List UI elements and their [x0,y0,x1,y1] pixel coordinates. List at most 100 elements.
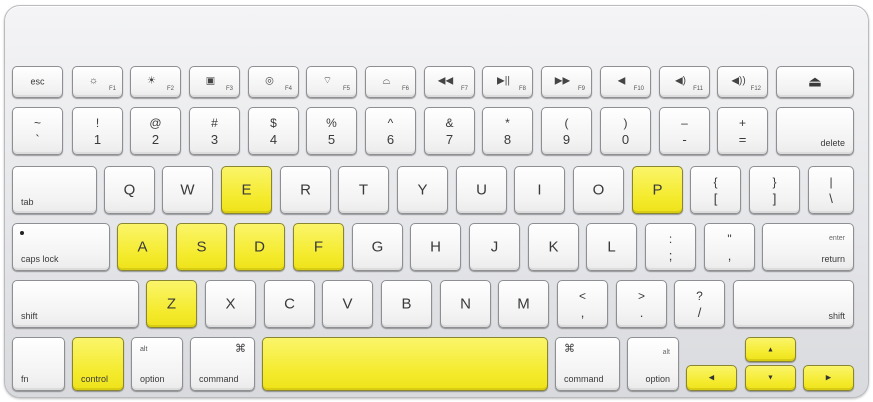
control-key[interactable]: control [72,337,124,391]
fn-number-label: F4 [284,86,292,92]
letter-key-d[interactable]: D [234,223,285,271]
number-key[interactable]: ~ ` [12,107,63,155]
f5-key[interactable]: ⌔ F5 [306,66,357,98]
punctuation-key[interactable]: :; [645,223,696,271]
letter-key-e[interactable]: E [221,166,272,214]
letter-key-w[interactable]: W [162,166,213,214]
space-bar[interactable] [262,337,548,391]
key-label: J [490,238,499,256]
letter-key-b[interactable]: B [381,280,432,328]
f8-key[interactable]: ▶|| F8 [482,66,533,98]
left-shift-key[interactable]: shift [12,280,139,328]
fn-number-label: F1 [108,86,116,92]
fn-key[interactable]: fn [12,337,65,391]
f1-key[interactable]: ☼ F1 [72,66,123,98]
right-shift-key[interactable]: shift [733,280,854,328]
letter-key-j[interactable]: J [469,223,520,271]
number-key[interactable]: – - [659,107,710,155]
letter-key-f[interactable]: F [293,223,344,271]
letter-key-x[interactable]: X [205,280,256,328]
left-option-key[interactable]: alt option [131,337,183,391]
right-command-key[interactable]: ⌘ command [555,337,620,391]
letter-key-m[interactable]: M [498,280,549,328]
f4-key[interactable]: ◎ F4 [248,66,299,98]
number-key[interactable]: & 7 [424,107,475,155]
letter-key-n[interactable]: N [440,280,491,328]
letter-key-q[interactable]: Q [104,166,155,214]
fn-number-label: F12 [750,86,761,92]
number-key[interactable]: ) 0 [600,107,651,155]
key-shift-label: $ [270,116,277,130]
number-key[interactable]: ! 1 [72,107,123,155]
right-arrow-key[interactable]: ▶ [803,365,854,391]
f9-key[interactable]: ▶▶ F9 [541,66,592,98]
bracket-key[interactable]: }] [749,166,800,214]
punctuation-key[interactable]: >. [616,280,667,328]
eject-key[interactable]: ⏏ [776,66,854,98]
number-key[interactable]: $4 [248,107,299,155]
arrow-left-icon: ◀ [708,374,715,382]
key-label: Q [123,181,136,199]
key-shift-label: < [578,289,586,303]
number-key[interactable]: (9 [541,107,592,155]
caps-lock-key[interactable]: caps lock [12,223,110,271]
key-shift-label: % [326,116,337,130]
key-label: / [697,305,702,320]
f2-key[interactable]: ☀ F2 [130,66,181,98]
key-label: return [821,254,845,264]
letter-key-t[interactable]: T [338,166,389,214]
letter-key-s[interactable]: S [176,223,227,271]
punctuation-key[interactable]: ? / [674,280,725,328]
number-key[interactable]: % 5 [306,107,357,155]
punctuation-key[interactable]: <, [557,280,608,328]
number-key[interactable]: + = [717,107,768,155]
f12-key[interactable]: ◀)) F12 [717,66,768,98]
letter-key-o[interactable]: O [573,166,624,214]
tab-key[interactable]: tab [12,166,97,214]
letter-key-h[interactable]: H [410,223,461,271]
bracket-key[interactable]: | \ [808,166,854,214]
f6-key[interactable]: ⌓ F6 [365,66,416,98]
letter-key-z[interactable]: Z [146,280,197,328]
f1-icon: ☼ [88,75,99,87]
letter-key-i[interactable]: I [514,166,565,214]
letter-key-a[interactable]: A [117,223,168,271]
number-key[interactable]: ^ 6 [365,107,416,155]
letter-key-k[interactable]: K [528,223,579,271]
keyboard: esc ☼ F1 ☀ F2 ▣ F3 ◎ F4 ⌔ F5 ⌓ F6 ◀◀ F7 ▶|| F8 ▶▶ F9 ◀ F10 ◀)… [0,0,873,402]
letter-key-c[interactable]: C [264,280,315,328]
key-label: , [580,305,585,320]
letter-key-p[interactable]: P [632,166,683,214]
bracket-key[interactable]: {[ [690,166,741,214]
number-key[interactable]: @2 [130,107,181,155]
delete-key[interactable]: delete [776,107,854,155]
key-label: option [645,374,670,384]
down-arrow-key[interactable]: ▼ [745,365,796,391]
key-label: ` [35,132,40,147]
letter-key-r[interactable]: R [280,166,331,214]
key-label: F [313,238,324,256]
letter-key-g[interactable]: G [352,223,403,271]
key-shift-label: – [681,116,688,130]
up-arrow-key[interactable]: ▲ [745,337,796,362]
right-option-key[interactable]: alt option [627,337,679,391]
punctuation-key[interactable]: ", [704,223,755,271]
f3-key[interactable]: ▣ F3 [189,66,240,98]
key-label: shift [21,311,38,321]
return-key[interactable]: enter return [762,223,854,271]
letter-key-v[interactable]: V [322,280,373,328]
left-command-key[interactable]: ⌘ command [190,337,255,391]
f7-key[interactable]: ◀◀ F7 [424,66,475,98]
letter-key-u[interactable]: U [456,166,507,214]
number-key[interactable]: * 8 [482,107,533,155]
f10-key[interactable]: ◀ F10 [600,66,651,98]
letter-key-y[interactable]: Y [397,166,448,214]
number-key[interactable]: #3 [189,107,240,155]
letter-key-l[interactable]: L [586,223,637,271]
f11-key[interactable]: ◀) F11 [659,66,710,98]
esc-key[interactable]: esc [12,66,63,98]
key-shift-label: ^ [387,116,394,130]
left-arrow-key[interactable]: ◀ [686,365,737,391]
key-label: U [476,181,487,199]
key-shift-label: * [505,116,510,130]
